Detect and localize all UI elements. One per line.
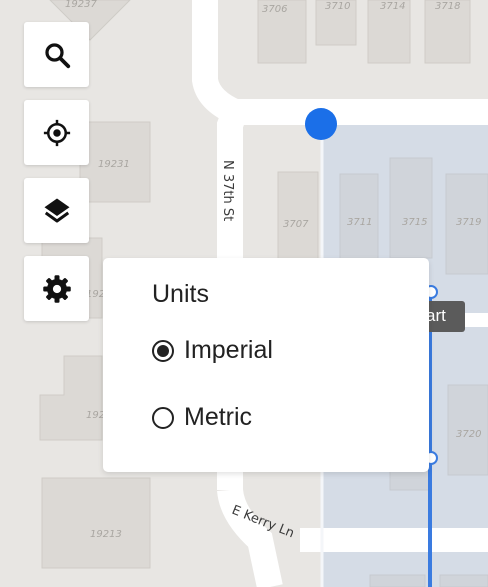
parcel-19213	[41, 477, 151, 569]
units-option-imperial[interactable]: Imperial	[152, 336, 273, 365]
radio-selected-dot	[157, 344, 169, 357]
search-icon	[44, 42, 70, 68]
units-popup: Units Imperial Metric	[103, 258, 429, 472]
metric-label: Metric	[184, 403, 253, 431]
units-option-metric[interactable]: Metric	[152, 403, 252, 432]
imperial-radio[interactable]	[152, 339, 174, 362]
layers-button[interactable]	[24, 178, 89, 243]
settings-button[interactable]	[24, 256, 89, 321]
location-marker[interactable]	[305, 108, 337, 140]
parcel-label: 3706	[262, 4, 287, 15]
parcel-label: 3707	[283, 219, 309, 230]
parcel-3715	[389, 157, 433, 259]
search-button[interactable]	[24, 22, 89, 87]
layers-icon	[44, 198, 69, 222]
parcel-label: 3719	[456, 217, 481, 228]
units-title: Units	[152, 280, 209, 308]
parcel-3707	[277, 171, 319, 263]
parcel-label: 3718	[435, 1, 460, 12]
crosshair-icon	[43, 119, 70, 146]
gear-icon	[42, 274, 71, 303]
metric-radio[interactable]	[152, 406, 174, 429]
parcel-label: 3710	[325, 1, 350, 12]
imperial-label: Imperial	[184, 336, 273, 364]
parcel-label: 19237	[65, 0, 97, 10]
parcel-label: 3714	[380, 1, 405, 12]
parcel-label: 3711	[347, 217, 372, 228]
parcel-label: 3715	[402, 217, 427, 228]
parcel-label: 19213	[90, 529, 122, 540]
parcel	[439, 574, 488, 587]
parcel-label: 19231	[98, 159, 130, 170]
parcel-19219	[39, 355, 103, 441]
parcel	[369, 574, 426, 587]
street-label-n37th: N 37th St	[220, 160, 235, 221]
parcel-label: 3720	[456, 429, 481, 440]
locate-button[interactable]	[24, 100, 89, 165]
